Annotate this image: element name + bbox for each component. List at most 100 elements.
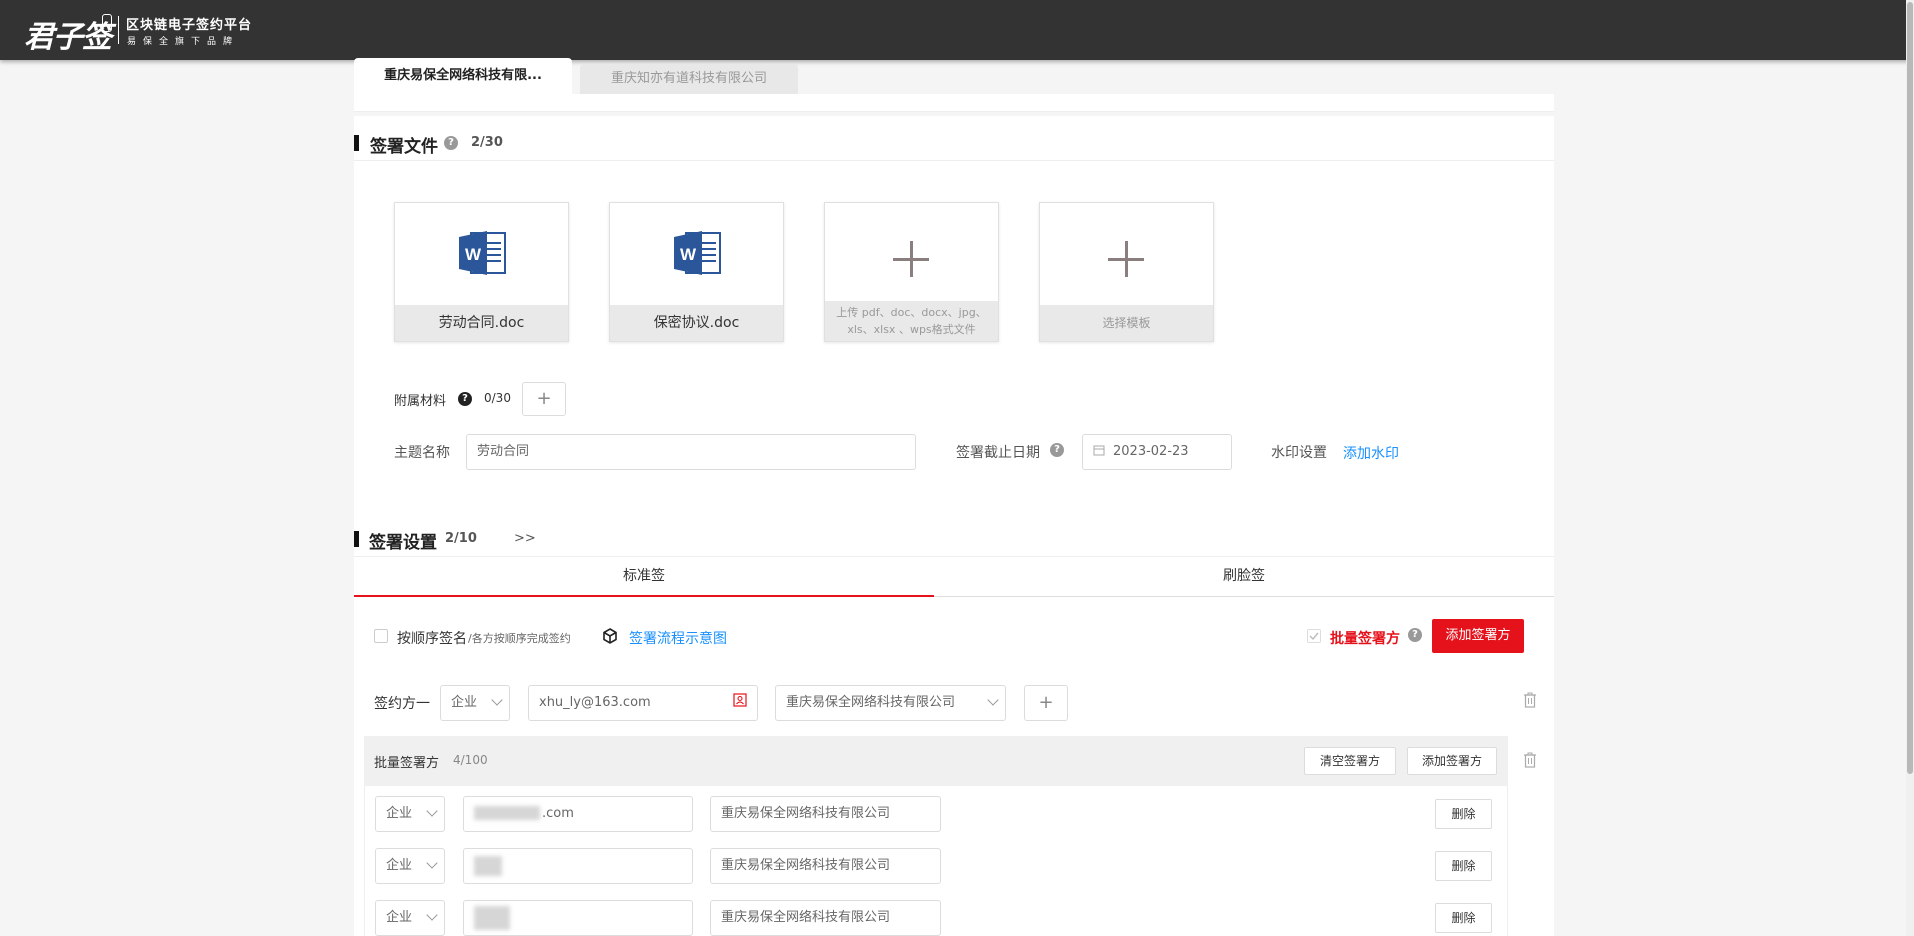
check-icon <box>1309 632 1319 641</box>
file-name: 劳动合同.doc <box>395 305 568 341</box>
help-icon[interactable]: ? <box>444 136 458 150</box>
help-icon[interactable]: ? <box>458 392 472 406</box>
batch-type-select[interactable]: 企业 <box>375 796 445 832</box>
trash-icon[interactable] <box>1523 692 1537 708</box>
tab-company-2[interactable]: 重庆知亦有道科技有限公司 <box>580 64 798 94</box>
add-watermark-link[interactable]: 添加水印 <box>1343 443 1399 463</box>
top-bar: 君子签 区块链电子签约平台 易保全旗下品牌 <box>0 0 1914 60</box>
batch-contact-value: .com <box>542 806 574 821</box>
sequential-label: 按顺序签名 <box>397 631 467 647</box>
batch-company-value: 重庆易保全网络科技有限公司 <box>721 858 891 873</box>
redacted-text <box>474 906 510 930</box>
word-doc-icon: W <box>459 231 506 275</box>
file-name: 保密协议.doc <box>610 305 783 341</box>
cube-icon <box>603 628 617 644</box>
chevron-down-icon <box>426 909 438 921</box>
add-signer-button[interactable]: 添加签署方 <box>1432 619 1524 653</box>
svg-text:W: W <box>465 245 482 264</box>
batch-type-select[interactable]: 企业 <box>375 900 445 936</box>
file-card[interactable]: W 劳动合同.doc <box>394 202 569 342</box>
party-type-select[interactable]: 企业 <box>440 685 510 721</box>
expand-toggle[interactable]: >> <box>514 531 536 546</box>
sign-flow-link[interactable]: 签署流程示意图 <box>629 628 727 648</box>
word-doc-icon: W <box>674 231 721 275</box>
tab-face-sign[interactable]: 刷脸签 <box>934 556 1554 596</box>
file-card[interactable]: W 保密协议.doc <box>609 202 784 342</box>
batch-type-select[interactable]: 企业 <box>375 848 445 884</box>
party-company-select[interactable]: 重庆易保全网络科技有限公司 <box>775 685 1006 721</box>
clear-signers-button[interactable]: 清空签署方 <box>1304 747 1396 775</box>
upload-file-card[interactable]: 上传 pdf、doc、docx、jpg、xls、xlsx 、wps格式文件 <box>824 202 999 342</box>
batch-signer-label: 批量签署方 <box>1330 631 1400 647</box>
tab-underline <box>934 596 1554 597</box>
party-company-value: 重庆易保全网络科技有限公司 <box>786 695 956 710</box>
select-template-card[interactable]: 选择模板 <box>1039 202 1214 342</box>
calendar-icon <box>1093 445 1105 456</box>
attachments-count: 0/30 <box>484 391 511 405</box>
platform-tagline: 易保全旗下品牌 <box>127 37 240 47</box>
logo[interactable]: 君子签 <box>24 12 112 56</box>
delete-row-button[interactable]: 删除 <box>1435 903 1492 933</box>
batch-signers-header: 批量签署方 4/100 清空签署方 添加签署方 <box>364 736 1508 786</box>
deadline-date-value: 2023-02-23 <box>1113 444 1189 459</box>
tab-standard-sign[interactable]: 标准签 <box>354 556 934 596</box>
party-type-value: 企业 <box>451 695 478 710</box>
upload-hint: 上传 pdf、doc、docx、jpg、xls、xlsx 、wps格式文件 <box>825 301 998 341</box>
redacted-text <box>474 806 540 820</box>
sign-files-title: 签署文件 <box>370 137 438 157</box>
section-marker <box>354 531 359 547</box>
attachments-label: 附属材料 <box>394 394 447 409</box>
batch-company-input[interactable]: 重庆易保全网络科技有限公司 <box>710 796 941 832</box>
tab-company-1[interactable]: 重庆易保全网络科技有限... <box>354 58 572 94</box>
plus-icon <box>893 241 929 277</box>
tab-content-strip <box>354 94 1554 112</box>
chevron-down-icon <box>491 694 503 706</box>
logo-divider <box>118 16 119 44</box>
batch-type-value: 企业 <box>386 910 413 925</box>
sequential-checkbox[interactable] <box>374 629 388 643</box>
watermark-label: 水印设置 <box>1271 445 1327 461</box>
scrollbar[interactable] <box>1906 0 1914 936</box>
subject-label: 主题名称 <box>394 445 450 461</box>
batch-type-value: 企业 <box>386 858 413 873</box>
subject-input[interactable]: 劳动合同 <box>466 434 916 470</box>
batch-company-value: 重庆易保全网络科技有限公司 <box>721 806 891 821</box>
chevron-down-icon <box>426 857 438 869</box>
active-tab-indicator <box>354 595 934 597</box>
batch-company-value: 重庆易保全网络科技有限公司 <box>721 910 891 925</box>
batch-count: 4/100 <box>453 753 488 767</box>
add-batch-signer-button[interactable]: 添加签署方 <box>1407 747 1497 775</box>
help-icon[interactable]: ? <box>1050 443 1064 457</box>
contact-book-icon[interactable] <box>733 693 747 707</box>
batch-type-value: 企业 <box>386 806 413 821</box>
svg-text:W: W <box>680 245 697 264</box>
party-email-value: xhu_ly@163.com <box>539 695 651 710</box>
batch-company-input[interactable]: 重庆易保全网络科技有限公司 <box>710 900 941 936</box>
scrollbar-thumb[interactable] <box>1907 2 1913 774</box>
chevron-down-icon <box>987 694 999 706</box>
section-marker <box>354 135 359 151</box>
plus-icon <box>1108 241 1144 277</box>
batch-company-input[interactable]: 重庆易保全网络科技有限公司 <box>710 848 941 884</box>
chevron-down-icon <box>426 805 438 817</box>
add-party-field-button[interactable]: + <box>1024 685 1068 721</box>
divider <box>354 160 1554 161</box>
batch-signer-checkbox[interactable] <box>1307 629 1321 643</box>
platform-name: 区块链电子签约平台 <box>126 18 253 33</box>
logo-seal-icon <box>102 14 112 32</box>
batch-title: 批量签署方 <box>374 756 440 771</box>
trash-icon[interactable] <box>1523 752 1537 768</box>
delete-row-button[interactable]: 删除 <box>1435 851 1492 881</box>
sequential-hint: /各方按顺序完成签约 <box>468 632 571 645</box>
deadline-label: 签署截止日期 <box>956 445 1040 461</box>
party-email-input[interactable]: xhu_ly@163.com <box>528 685 758 721</box>
sign-settings-count: 2/10 <box>445 531 477 546</box>
select-template-label: 选择模板 <box>1040 305 1213 341</box>
party-one-label: 签约方一 <box>374 696 430 712</box>
add-attachment-button[interactable]: + <box>522 382 566 416</box>
redacted-text <box>474 856 502 876</box>
help-icon[interactable]: ? <box>1408 628 1422 642</box>
sign-files-count: 2/30 <box>471 135 503 150</box>
delete-row-button[interactable]: 删除 <box>1435 799 1492 829</box>
sign-settings-title: 签署设置 <box>369 533 437 553</box>
